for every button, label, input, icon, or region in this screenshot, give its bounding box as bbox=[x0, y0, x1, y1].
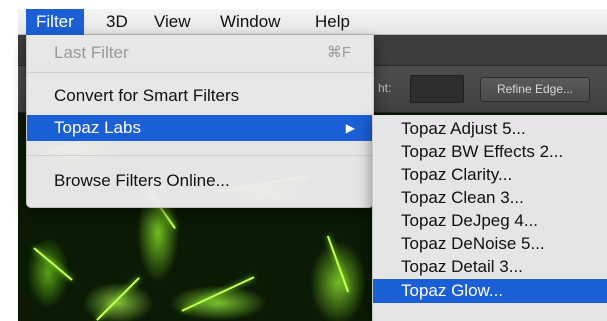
last-filter-shortcut: ⌘F bbox=[326, 44, 351, 61]
height-input[interactable] bbox=[410, 75, 464, 103]
canvas-strand bbox=[326, 235, 350, 293]
topaz-labs-submenu: Topaz Adjust 5... Topaz BW Effects 2... … bbox=[372, 115, 607, 321]
topaz-clean-item[interactable]: Topaz Clean 3... bbox=[373, 187, 607, 209]
menu-bar: Filter 3D View Window Help bbox=[18, 9, 607, 35]
topaz-clarity-item[interactable]: Topaz Clarity... bbox=[373, 164, 607, 186]
menu-filter[interactable]: Filter bbox=[26, 9, 84, 35]
submenu-arrow-icon: ▶ bbox=[345, 121, 355, 135]
last-filter-item: Last Filter ⌘F bbox=[27, 40, 373, 66]
menu-separator bbox=[27, 155, 373, 156]
topaz-denoise-item[interactable]: Topaz DeNoise 5... bbox=[373, 233, 607, 255]
canvas-strand bbox=[33, 247, 73, 281]
menu-3d[interactable]: 3D bbox=[96, 9, 138, 35]
canvas-strand bbox=[96, 277, 140, 321]
browse-filters-online-item[interactable]: Browse Filters Online... bbox=[27, 168, 373, 194]
menu-view[interactable]: View bbox=[144, 9, 201, 35]
last-filter-label: Last Filter bbox=[54, 43, 129, 62]
menu-window[interactable]: Window bbox=[210, 9, 290, 35]
menu-separator bbox=[27, 72, 373, 73]
topaz-labs-item[interactable]: Topaz Labs ▶ bbox=[27, 115, 373, 141]
canvas-strand bbox=[181, 276, 255, 312]
height-label: ht: bbox=[378, 81, 392, 95]
topaz-adjust-item[interactable]: Topaz Adjust 5... bbox=[373, 118, 607, 140]
browse-filters-online-label: Browse Filters Online... bbox=[54, 171, 230, 190]
topaz-detail-item[interactable]: Topaz Detail 3... bbox=[373, 256, 607, 278]
topaz-labs-label: Topaz Labs bbox=[54, 118, 141, 137]
screenshot-frame: Filter 3D View Window Help ht: Refine Ed… bbox=[0, 0, 607, 321]
convert-smart-filters-label: Convert for Smart Filters bbox=[54, 86, 240, 105]
convert-smart-filters-item[interactable]: Convert for Smart Filters bbox=[27, 83, 373, 109]
menu-help[interactable]: Help bbox=[305, 9, 360, 35]
topaz-dejpeg-item[interactable]: Topaz DeJpeg 4... bbox=[373, 210, 607, 232]
topaz-bw-effects-item[interactable]: Topaz BW Effects 2... bbox=[373, 141, 607, 163]
refine-edge-button[interactable]: Refine Edge... bbox=[480, 77, 590, 102]
filter-dropdown: Last Filter ⌘F Convert for Smart Filters… bbox=[26, 35, 374, 208]
topaz-glow-item[interactable]: Topaz Glow... bbox=[373, 279, 607, 303]
